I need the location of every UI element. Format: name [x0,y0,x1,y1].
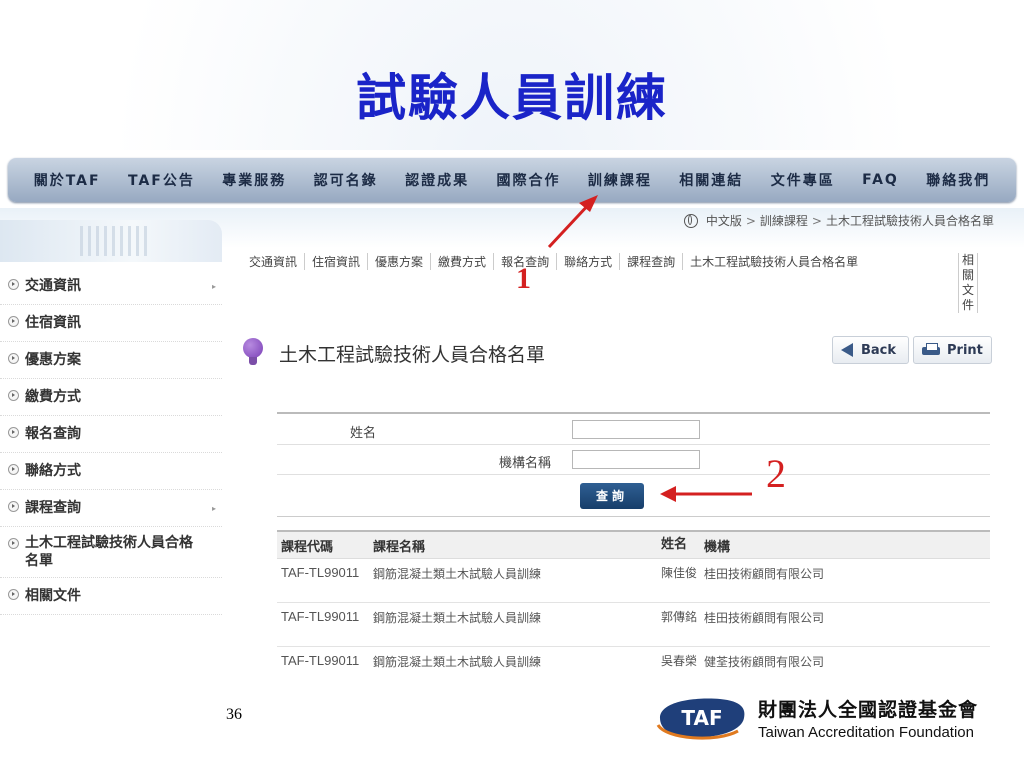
annotation-arrow-1 [547,195,598,249]
annotation-arrows [547,195,752,502]
taf-logo-icon: TAF [656,698,745,740]
annotation-marker-1: 1 [516,262,531,295]
logo-text: 財團法人全國認證基金會 Taiwan Accreditation Foundat… [758,695,978,741]
org-name-en: Taiwan Accreditation Foundation [758,724,974,741]
website-screenshot: 關於TAF TAF公告 專業服務 認可名錄 認證成果 國際合作 訓練課程 相關連… [0,150,1024,680]
slide-title: 試驗人員訓練 [356,68,668,127]
org-name-zh: 財團法人全國認證基金會 [758,699,979,721]
taf-logo: TAF 財團法人全國認證基金會 Taiwan Accreditation Fou… [656,695,978,741]
annotation-arrow-2 [660,486,752,502]
annotation-marker-2: 2 [766,451,786,496]
logo-badge-text: TAF [681,706,722,730]
slide-page-number: 36 [226,706,242,723]
